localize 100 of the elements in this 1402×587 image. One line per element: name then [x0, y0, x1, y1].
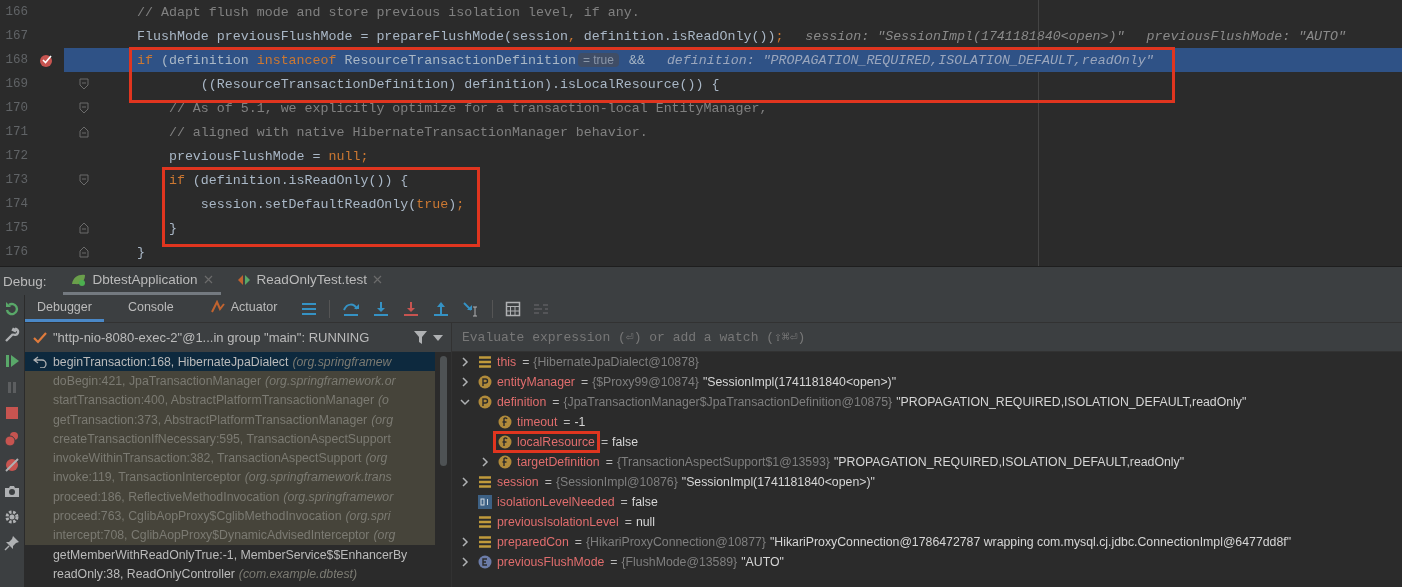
variable-type: {SessionImpl@10876}	[555, 475, 678, 489]
parameter-icon	[478, 395, 492, 409]
line-number: 169	[4, 77, 28, 91]
variable-name: isolationLevelNeeded	[497, 495, 615, 509]
close-icon[interactable]	[372, 275, 382, 284]
code-text: }	[167, 220, 177, 236]
variable-name: localResource	[517, 435, 595, 449]
equals-sign: =	[522, 355, 530, 369]
variable-name: previousIsolationLevel	[497, 515, 619, 529]
variable-type: {JpaTransactionManager$JpaTransactionDefinition@10875}	[563, 395, 893, 409]
breakpoints-icon[interactable]	[4, 431, 20, 447]
equals-sign: =	[620, 495, 628, 509]
evaluate-field[interactable]: Evaluate expression (⏎) or add a watch (⇧⌘⏎)	[452, 323, 1402, 352]
close-icon[interactable]	[203, 275, 213, 284]
fold-icon[interactable]	[79, 126, 89, 138]
stack-frame[interactable]: beginTransaction:168, HibernateJpaDialect (org.springframew	[25, 352, 435, 372]
variable-value: false	[612, 435, 639, 449]
fold-icon[interactable]	[79, 246, 89, 258]
enum-icon	[478, 555, 492, 569]
field-icon	[478, 355, 492, 369]
leaf-icon	[70, 272, 87, 287]
variable-value: "SessionImpl(1741181840<open>)"	[702, 375, 897, 389]
stack-frame[interactable]: readOnly:38, ReadOnlyController (com.example.dbtest)	[25, 564, 435, 584]
variable-name: timeout	[517, 415, 558, 429]
chart-icon	[209, 300, 226, 314]
debugger-tab[interactable]: Console	[115, 295, 186, 322]
code-text: if (definition.isReadOnly()) {	[167, 172, 409, 188]
line-number: 176	[4, 245, 28, 259]
line-number: 174	[4, 197, 28, 211]
field-icon	[498, 435, 512, 449]
variable-name: targetDefinition	[517, 455, 600, 469]
breakpoint-icon[interactable]	[38, 52, 54, 68]
equals-sign: =	[552, 395, 560, 409]
force-step-into-icon[interactable]	[402, 300, 421, 317]
code-text: ((ResourceTransactionDefinition) definition).isLocalResource()) {	[199, 76, 720, 92]
variable-name: entityManager	[497, 375, 575, 389]
variable-value: "PROPAGATION_REQUIRED,ISOLATION_DEFAULT,readOnly"	[833, 455, 1185, 469]
variable-type: {HikariProxyConnection@10877}	[586, 535, 766, 549]
fold-icon[interactable]	[79, 174, 89, 186]
fold-icon[interactable]	[79, 78, 89, 90]
pin-icon[interactable]	[4, 535, 20, 551]
line-number: 170	[4, 101, 28, 115]
parameter-icon	[478, 375, 492, 389]
line-number: 167	[4, 29, 28, 43]
line-number: 175	[4, 221, 28, 235]
inline-hint: session: "SessionImpl(1741181840<open>)"	[805, 28, 1125, 44]
session-tab[interactable]: ReadOnlyTest.test	[228, 267, 390, 295]
diamond-icon	[236, 272, 251, 287]
mute-breakpoints-icon[interactable]	[4, 457, 20, 473]
boolean-icon	[478, 495, 492, 509]
stop-icon[interactable]	[4, 405, 20, 421]
step-out-icon[interactable]	[432, 300, 451, 317]
variable-name: this	[497, 355, 517, 369]
variable-name: session	[497, 475, 539, 489]
code-text: // As of 5.1, we explicitly optimize for a transaction-local EntityManager,	[167, 100, 768, 116]
return-arrow-icon	[33, 355, 47, 368]
code-text: // aligned with native HibernateTransactionManager behavior.	[167, 124, 648, 140]
variable-name: definition	[497, 395, 547, 409]
stack-frame[interactable]: getMemberWithReadOnlyTrue:-1, MemberService$$EnhancerBy	[25, 544, 435, 565]
variable-name: preparedCon	[497, 535, 569, 549]
equals-sign: =	[544, 475, 552, 489]
variable-value: "PROPAGATION_REQUIRED,ISOLATION_DEFAULT,readOnly"	[896, 395, 1247, 409]
line-number: 173	[4, 173, 28, 187]
code-text: FlushMode previousFlushMode = prepareFlushMode(session, definition.isReadOnly());	[137, 28, 784, 44]
variable-value: "HikariProxyConnection@1786472787 wrapping com.mysql.cj.jdbc.ConnectionImpl@6477dd8f"	[769, 535, 1292, 549]
inline-hint: previousFlushMode: "AUTO"	[1146, 28, 1347, 44]
variable-value: "AUTO"	[741, 555, 784, 569]
step-into-icon[interactable]	[372, 300, 391, 317]
code-text: }	[137, 244, 145, 260]
code-text: // Adapt flush mode and store previous isolation level, if any.	[137, 4, 640, 20]
line-number: 172	[4, 149, 28, 163]
wrench-icon[interactable]	[4, 327, 20, 343]
scrollbar[interactable]	[440, 356, 447, 466]
equals-sign: =	[605, 455, 613, 469]
panel-label: Debug:	[2, 273, 47, 289]
equals-sign: =	[600, 435, 609, 449]
inline-value: = true	[577, 53, 619, 67]
caret-icon[interactable]	[433, 334, 443, 341]
equals-sign: =	[574, 535, 582, 549]
line-number: 171	[4, 125, 28, 139]
variable-value: null	[635, 515, 656, 529]
camera-icon[interactable]	[4, 483, 20, 499]
variable-type: {HibernateJpaDialect@10878}	[533, 355, 699, 369]
equals-sign: =	[610, 555, 618, 569]
field-icon	[478, 535, 492, 549]
variable-type: {FlushMode@13589}	[621, 555, 738, 569]
field-icon	[478, 515, 492, 529]
filter-icon[interactable]	[414, 331, 427, 344]
calculator-icon[interactable]	[505, 300, 522, 317]
menu-icon[interactable]	[301, 300, 318, 317]
settings-icon[interactable]	[4, 509, 20, 525]
code-text: if (definition instanceof ResourceTransactionDefinition	[137, 52, 576, 68]
rerun-icon[interactable]	[4, 301, 20, 317]
inline-hint: definition: "PROPAGATION_REQUIRED,ISOLATION_DEFAULT,readOnly"	[666, 52, 1154, 68]
debugger-tab[interactable]: Actuator	[197, 295, 290, 322]
check-icon	[33, 331, 47, 344]
fold-icon[interactable]	[79, 102, 89, 114]
thread-selector[interactable]: "http-nio-8080-exec-2"@1...in group "main": RUNNING	[25, 323, 451, 352]
resume-icon[interactable]	[4, 353, 20, 369]
fold-icon[interactable]	[79, 222, 89, 234]
